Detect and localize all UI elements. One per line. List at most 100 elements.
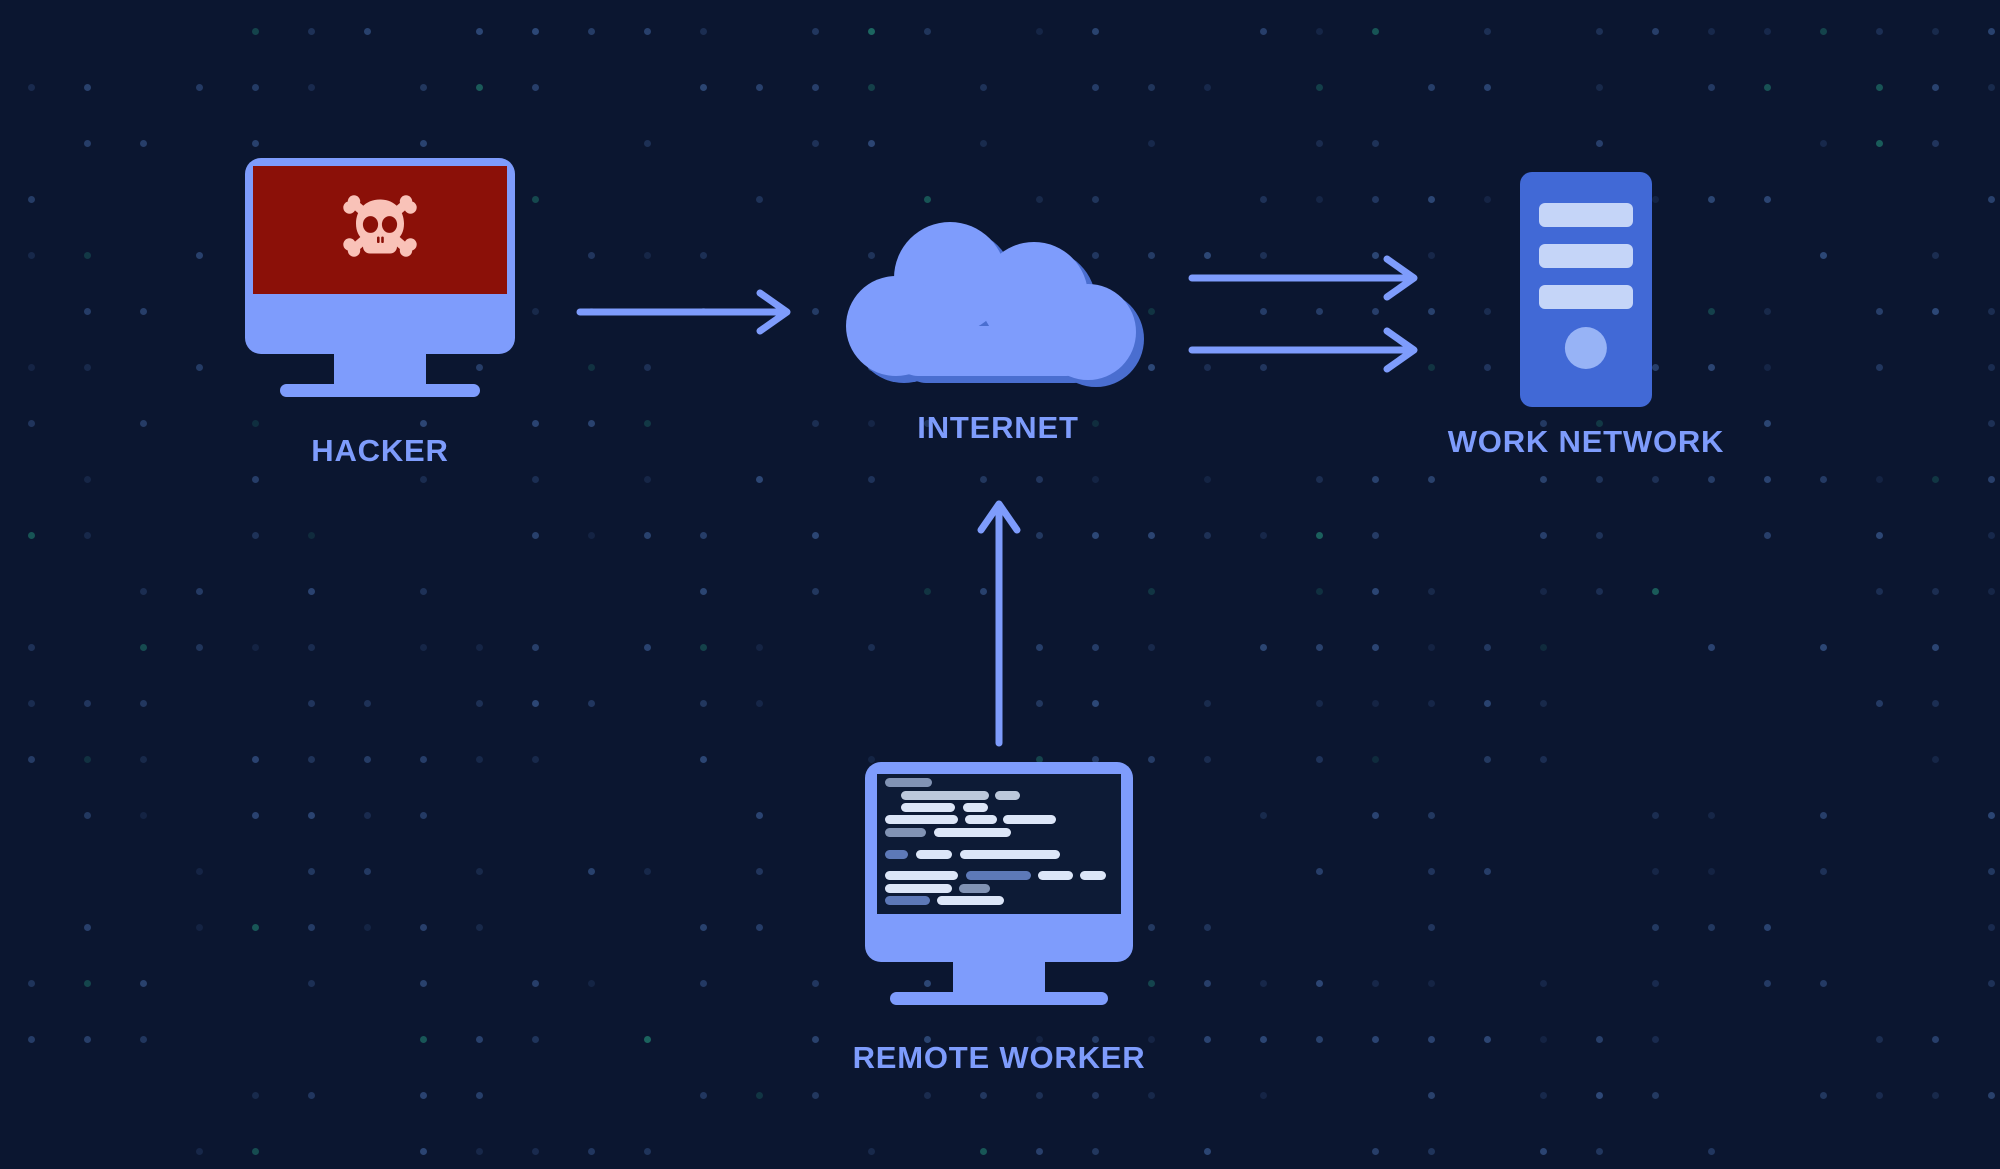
node-hacker[interactable]: HACKER	[245, 158, 515, 468]
background-dot	[1148, 644, 1155, 651]
background-dot	[252, 644, 259, 651]
background-dot	[1652, 364, 1659, 371]
background-dot	[28, 1036, 35, 1043]
background-dot	[28, 196, 35, 203]
skull-and-crossbones-icon	[341, 192, 419, 269]
background-dot	[644, 140, 651, 147]
hacker-monitor-frame	[245, 158, 515, 354]
background-dot	[1764, 476, 1771, 483]
background-dot	[140, 308, 147, 315]
background-dot	[1372, 28, 1379, 35]
background-dot	[308, 980, 315, 987]
background-dot	[252, 28, 259, 35]
server-tower-icon	[1520, 172, 1652, 407]
code-line	[885, 778, 932, 788]
background-dot	[644, 420, 651, 427]
background-dot	[1932, 644, 1939, 651]
background-dot	[1372, 588, 1379, 595]
background-dot	[1428, 812, 1435, 819]
remote-worker-monitor-frame	[865, 762, 1133, 962]
background-dot	[1036, 1148, 1043, 1155]
server-power-button[interactable]	[1564, 327, 1608, 370]
background-dot	[420, 924, 427, 931]
background-dot	[1764, 532, 1771, 539]
background-dot	[1764, 28, 1771, 35]
hacker-monitor-screen	[253, 166, 507, 294]
background-dot	[476, 868, 483, 875]
background-dot	[700, 588, 707, 595]
background-dot	[1596, 588, 1603, 595]
background-dot	[420, 84, 427, 91]
background-dot	[1316, 1036, 1323, 1043]
background-dot	[1484, 756, 1491, 763]
background-dot	[364, 700, 371, 707]
background-dot	[812, 140, 819, 147]
background-dot	[420, 1036, 427, 1043]
background-dot	[588, 28, 595, 35]
code-line	[1080, 871, 1106, 881]
background-dot	[1988, 1092, 1995, 1099]
background-dot	[1428, 980, 1435, 987]
background-dot	[588, 980, 595, 987]
background-dot	[1428, 1036, 1435, 1043]
background-dot	[868, 420, 875, 427]
node-remote-worker[interactable]: REMOTE WORKER	[853, 762, 1145, 1075]
background-dot	[700, 644, 707, 651]
background-dot	[1652, 28, 1659, 35]
background-dot	[1708, 1148, 1715, 1155]
background-dot	[1876, 1036, 1883, 1043]
background-dot	[756, 924, 763, 931]
background-dot	[84, 84, 91, 91]
code-line	[885, 883, 953, 893]
background-dot	[1988, 420, 1995, 427]
background-dot	[924, 1092, 931, 1099]
background-dot	[588, 532, 595, 539]
background-dot	[1932, 588, 1939, 595]
background-dot	[1876, 140, 1883, 147]
background-dot	[980, 1148, 987, 1155]
background-dot	[1428, 700, 1435, 707]
background-dot	[140, 700, 147, 707]
background-dot	[1988, 532, 1995, 539]
remote-worker-monitor-neck	[953, 954, 1045, 994]
background-dot	[84, 532, 91, 539]
background-dot	[532, 308, 539, 315]
background-dot	[1204, 756, 1211, 763]
background-dot	[532, 420, 539, 427]
background-dot	[588, 364, 595, 371]
background-dot	[1092, 700, 1099, 707]
background-dot	[1428, 364, 1435, 371]
background-dot	[1092, 532, 1099, 539]
background-dot	[196, 644, 203, 651]
background-dot	[28, 980, 35, 987]
background-dot	[1148, 140, 1155, 147]
background-dot	[140, 140, 147, 147]
node-work-network[interactable]: WORK NETWORK	[1448, 172, 1723, 459]
background-dot	[1036, 28, 1043, 35]
background-dot	[1820, 252, 1827, 259]
background-dot	[1148, 1092, 1155, 1099]
background-dot	[84, 252, 91, 259]
background-dot	[1148, 980, 1155, 987]
background-dot	[1148, 756, 1155, 763]
background-dot	[420, 420, 427, 427]
background-dot	[1708, 84, 1715, 91]
code-line	[885, 871, 959, 881]
server-drive-bay-1	[1539, 202, 1633, 228]
background-dot	[532, 476, 539, 483]
background-dot	[1484, 868, 1491, 875]
background-dot	[1820, 868, 1827, 875]
code-line	[916, 849, 952, 859]
background-dot	[1204, 1148, 1211, 1155]
background-dot	[1932, 308, 1939, 315]
node-internet[interactable]: INTERNET	[838, 222, 1158, 445]
background-dot	[1092, 476, 1099, 483]
background-dot	[1316, 196, 1323, 203]
background-dot	[252, 1092, 259, 1099]
background-dot	[644, 644, 651, 651]
background-dot	[1764, 924, 1771, 931]
background-dot	[1876, 28, 1883, 35]
background-dot	[84, 476, 91, 483]
background-dot	[364, 756, 371, 763]
code-line	[1038, 871, 1073, 881]
